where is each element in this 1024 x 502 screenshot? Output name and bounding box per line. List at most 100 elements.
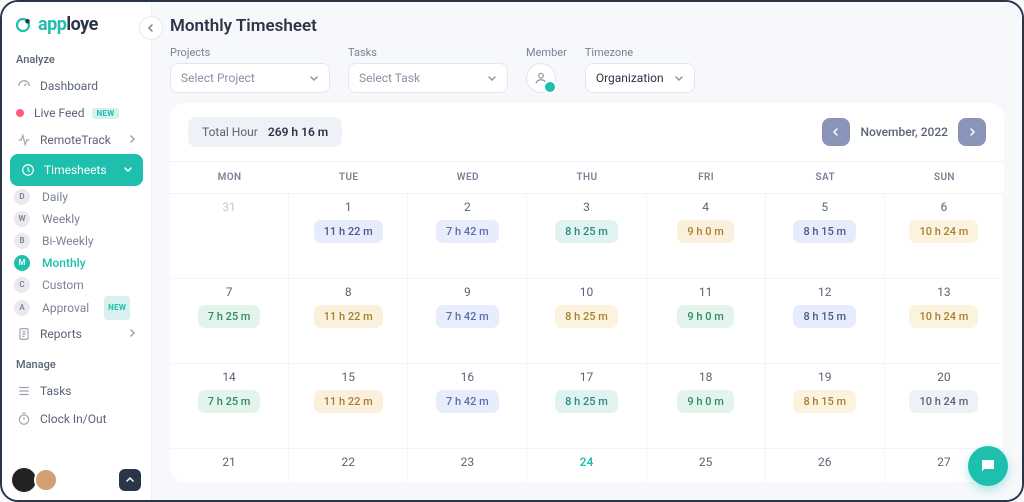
sidebar-item-timesheets[interactable]: Timesheets (10, 154, 143, 186)
main-content: Monthly Timesheet Projects Select Projec… (152, 2, 1022, 500)
calendar-day-number: 13 (937, 285, 951, 299)
sidebar-item-dashboard[interactable]: Dashboard (2, 72, 151, 100)
calendar-cell[interactable]: 811 h 22 m (289, 279, 408, 364)
calendar-cell[interactable]: 49 h 0 m (647, 194, 766, 279)
sidebar-item-label: Clock In/Out (40, 412, 107, 426)
calendar-day-header: WED (408, 162, 527, 194)
time-pill: 8 h 15 m (793, 220, 856, 243)
sidebar-item-label: Reports (40, 327, 82, 341)
sidebar-item-reports[interactable]: Reports (2, 320, 151, 348)
calendar-cell[interactable]: 21 (170, 449, 289, 482)
brand-logo[interactable]: apploye (2, 2, 151, 43)
calendar-cell[interactable]: 6 10 h 24 m (885, 194, 1004, 279)
calendar-cell[interactable]: 27 h 42 m (408, 194, 527, 279)
time-pill: 7 h 25 m (198, 305, 261, 328)
calendar-cell[interactable]: 167 h 42 m (408, 364, 527, 449)
sidebar-item-livefeed[interactable]: Live Feed NEW (2, 100, 151, 126)
calendar-cell[interactable]: 31 (170, 194, 289, 279)
chevron-down-icon (309, 73, 319, 83)
brand-logo-icon (14, 16, 32, 34)
chevron-down-icon (487, 73, 497, 83)
sidebar-item-label: Tasks (40, 384, 72, 398)
sidebar-sub-approval[interactable]: AApproval NEW (2, 296, 151, 320)
sidebar-item-tasks[interactable]: Tasks (2, 377, 151, 405)
activity-icon (16, 132, 32, 148)
calendar-day-number: 17 (580, 370, 594, 384)
calendar-cell[interactable]: 77 h 25 m (170, 279, 289, 364)
calendar-cell[interactable]: 13 10 h 24 m (885, 279, 1004, 364)
calendar-day-number: 5 (821, 200, 828, 214)
month-label: November, 2022 (860, 125, 948, 139)
calendar-cell[interactable]: 26 (766, 449, 885, 482)
time-pill: 11 h 22 m (314, 220, 383, 243)
calendar-cell[interactable]: 23 (408, 449, 527, 482)
calendar-cell[interactable]: 38 h 25 m (527, 194, 646, 279)
calendar-day-number: 25 (699, 455, 713, 469)
total-hours-chip: Total Hour 269 h 16 m (188, 117, 342, 147)
new-badge: NEW (104, 296, 130, 320)
tasks-select[interactable]: Select Task (348, 63, 508, 93)
sidebar-sub-daily[interactable]: DDaily (2, 186, 151, 208)
sidebar-sub-custom[interactable]: CCustom (2, 274, 151, 296)
calendar-day-number: 2 (464, 200, 471, 214)
calendar-cell[interactable]: 147 h 25 m (170, 364, 289, 449)
calendar-cell[interactable]: 198 h 15 m (766, 364, 885, 449)
filters-row: Projects Select Project Tasks Select Tas… (152, 46, 1022, 103)
new-badge: NEW (92, 108, 118, 119)
projects-select[interactable]: Select Project (170, 63, 330, 93)
calendar-cell[interactable]: 108 h 25 m (527, 279, 646, 364)
calendar-cell[interactable]: 5 8 h 15 m (766, 194, 885, 279)
calendar-cell[interactable]: 178 h 25 m (527, 364, 646, 449)
next-month-button[interactable] (958, 118, 986, 146)
clock-icon (20, 162, 36, 178)
calendar-day-number: 18 (699, 370, 713, 384)
calendar-cell[interactable]: 24 (527, 449, 646, 482)
sidebar-item-remotetrack[interactable]: RemoteTrack (2, 126, 151, 154)
prev-month-button[interactable] (822, 118, 850, 146)
time-pill: 9 h 0 m (677, 305, 733, 328)
chat-fab-button[interactable] (968, 446, 1008, 486)
timezone-select[interactable]: Organization (585, 63, 695, 93)
calendar-day-number: 4 (702, 200, 709, 214)
document-icon (16, 326, 32, 342)
calendar-cell[interactable]: 22 (289, 449, 408, 482)
calendar-cell[interactable]: 1511 h 22 m (289, 364, 408, 449)
calendar-day-number: 23 (461, 455, 475, 469)
calendar-cell[interactable]: 119 h 0 m (647, 279, 766, 364)
calendar-day-number: 26 (818, 455, 832, 469)
filter-label-tasks: Tasks (348, 46, 508, 59)
calendar-cell[interactable]: 111 h 22 m (289, 194, 408, 279)
calendar-cell[interactable]: 189 h 0 m (647, 364, 766, 449)
calendar-day-number: 21 (222, 455, 236, 469)
calendar-day-number: 6 (941, 200, 948, 214)
calendar-cell[interactable]: 128 h 15 m (766, 279, 885, 364)
chevron-right-icon (127, 133, 137, 147)
time-pill: 10 h 24 m (909, 305, 978, 328)
avatar[interactable] (12, 468, 36, 492)
sidebar-sub-weekly[interactable]: WWeekly (2, 208, 151, 230)
page-title: Monthly Timesheet (152, 2, 1022, 46)
gauge-icon (16, 78, 32, 94)
sidebar-sub-biweekly[interactable]: BBi-Weekly (2, 230, 151, 252)
calendar-day-header: TUE (289, 162, 408, 194)
sidebar: apploye Analyze Dashboard Live Feed NEW … (2, 2, 152, 500)
sidebar-item-clockinout[interactable]: Clock In/Out (2, 405, 151, 433)
time-pill: 10 h 24 m (909, 220, 978, 243)
sidebar-footer (2, 460, 151, 500)
calendar-cell[interactable]: 2010 h 24 m (885, 364, 1004, 449)
member-picker[interactable] (526, 63, 556, 93)
time-pill: 7 h 42 m (436, 305, 499, 328)
sidebar-sub-monthly[interactable]: MMonthly (2, 252, 151, 274)
calendar-day-number: 8 (345, 285, 352, 299)
chevron-left-icon (831, 127, 841, 137)
sidebar-section-manage: Manage (2, 348, 151, 377)
theme-toggle-button[interactable] (119, 469, 141, 491)
calendar-cell[interactable]: 97 h 42 m (408, 279, 527, 364)
avatar[interactable] (34, 468, 58, 492)
sidebar-collapse-button[interactable] (139, 16, 163, 40)
chevron-right-icon (127, 327, 137, 341)
calendar-day-header: THU (527, 162, 646, 194)
calendar-day-header: SUN (885, 162, 1004, 194)
calendar-day-number: 22 (341, 455, 355, 469)
calendar-cell[interactable]: 25 (647, 449, 766, 482)
